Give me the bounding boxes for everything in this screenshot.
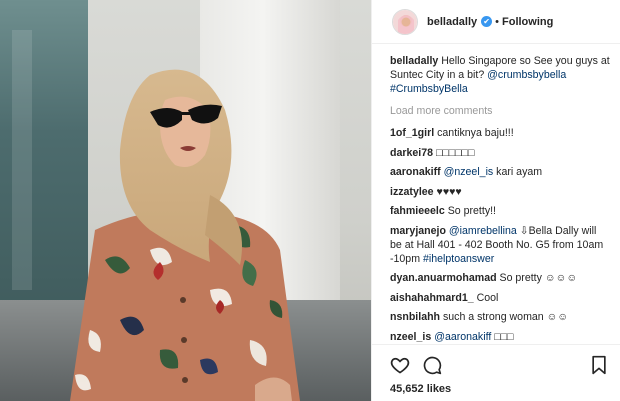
person-illustration (70, 69, 300, 401)
comment: izzatylee ♥♥♥♥ (390, 185, 610, 199)
comment: aaronakiff @nzeel_is kari ayam (390, 165, 610, 179)
instagram-post: belladally ✔ • Following belladally Hell… (0, 0, 620, 401)
comment-text: cantiknya baju!!! (437, 127, 514, 139)
comment-mention[interactable]: @aaronakiff (434, 331, 491, 343)
comment-username[interactable]: nsnbilahh (390, 311, 440, 323)
post-photo[interactable] (0, 0, 371, 401)
separator-dot: • (495, 15, 499, 28)
comment-username[interactable]: nzeel_is (390, 331, 431, 343)
verified-icon: ✔ (481, 16, 493, 27)
post-actions: 45,652 likes (372, 344, 620, 401)
comment: fahmieeelc So pretty!! (390, 204, 610, 218)
action-icons (390, 355, 609, 375)
caption-hashtag[interactable]: #CrumbsbyBella (390, 83, 468, 95)
likes-count[interactable]: 45,652 likes (390, 383, 609, 395)
comment-username[interactable]: darkei78 (390, 147, 433, 159)
comment-text: □□□ (494, 330, 514, 343)
comment: maryjanejo @iamrebellina ⇩Bella Dally wi… (390, 224, 610, 266)
comment-text: kari ayam (496, 166, 543, 178)
comment-text: So pretty ☺☺☺ (499, 272, 578, 284)
comment-username[interactable]: maryjanejo (390, 225, 446, 237)
comment: 1of_1girl cantiknya baju!!! (390, 126, 610, 140)
following-button[interactable]: Following (502, 16, 553, 28)
comment-mention[interactable]: @nzeel_is (444, 166, 494, 178)
comment-username[interactable]: aishahahmard1_ (390, 292, 474, 304)
heart-icon[interactable] (390, 355, 410, 375)
post-header: belladally ✔ • Following (372, 0, 620, 44)
comment-username[interactable]: 1of_1girl (390, 127, 434, 139)
post-username[interactable]: belladally (427, 16, 477, 28)
comment-text: Cool (476, 291, 499, 304)
comment: nsnbilahh such a strong woman ☺☺ (390, 310, 610, 324)
avatar[interactable] (392, 8, 418, 35)
post-sidebar: belladally ✔ • Following belladally Hell… (371, 0, 620, 401)
comments-section: belladally Hello Singapore so See you gu… (372, 44, 620, 344)
comment: nzeel_is @aaronakiff □□□ (390, 330, 610, 344)
bookmark-icon[interactable] (589, 355, 609, 375)
comment-text: ♥♥♥♥ (436, 185, 462, 198)
comment: dyan.anuarmohamad So pretty ☺☺☺ (390, 271, 610, 285)
comment-mention[interactable]: @iamrebellina (449, 225, 517, 237)
comment-username[interactable]: aaronakiff (390, 166, 441, 178)
comment-username[interactable]: dyan.anuarmohamad (390, 272, 497, 284)
comment: darkei78 □□□□□□ (390, 146, 610, 160)
comment: aishahahmard1_ Cool (390, 291, 610, 305)
comment-text: □□□□□□ (435, 146, 475, 159)
comment-username[interactable]: fahmieeelc (390, 205, 445, 217)
comment-username[interactable]: izzatylee (390, 186, 434, 198)
caption: belladally Hello Singapore so See you gu… (390, 54, 610, 96)
comment-hashtag[interactable]: #ihelptoanswer (423, 253, 494, 265)
caption-username[interactable]: belladally (390, 55, 438, 67)
caption-mention[interactable]: @crumbsbybella (487, 69, 566, 81)
load-more-comments-button[interactable]: Load more comments (390, 104, 610, 118)
comment-text: such a strong woman ☺☺ (442, 311, 569, 323)
comment-icon[interactable] (422, 355, 442, 375)
comment-text: So pretty!! (447, 205, 497, 217)
